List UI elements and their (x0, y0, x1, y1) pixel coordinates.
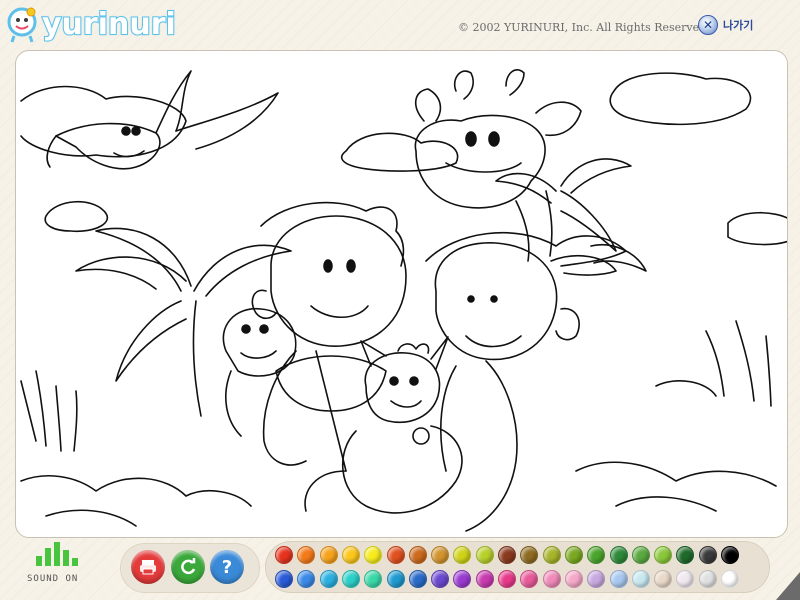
boy-drawing[interactable] (251, 201, 407, 472)
help-button[interactable]: ? (210, 550, 244, 584)
color-swatch-bottom-8[interactable] (431, 570, 450, 588)
sound-toggle[interactable]: SOUND ON (27, 574, 78, 584)
color-swatch-bottom-13[interactable] (542, 570, 561, 588)
refresh-icon (181, 558, 196, 575)
color-swatch-top-20[interactable] (698, 546, 717, 564)
copyright-text: © 2002 YURINURI, Inc. All Rights Reserve… (458, 21, 710, 34)
mascot-icon (7, 7, 37, 43)
color-swatch-bottom-14[interactable] (564, 570, 583, 588)
color-swatch-bottom-7[interactable] (408, 570, 427, 588)
palm-tree-right[interactable] (495, 158, 647, 272)
logo-text: yurinuri (41, 6, 177, 43)
coloring-canvas[interactable] (15, 50, 788, 538)
print-button[interactable] (131, 550, 165, 584)
color-swatch-top-18[interactable] (654, 546, 673, 564)
grass-right[interactable] (575, 320, 777, 512)
sound-equalizer-icon[interactable] (36, 542, 78, 566)
reset-button[interactable] (171, 550, 205, 584)
monkey-drawing[interactable] (222, 308, 297, 437)
color-swatch-top-16[interactable] (609, 546, 628, 564)
yurinuri-logo: yurinuri (4, 2, 177, 46)
coloring-picture[interactable] (16, 51, 788, 538)
color-swatch-top-1[interactable] (275, 546, 293, 564)
color-swatch-top-17[interactable] (631, 546, 650, 564)
color-swatch-bottom-16[interactable] (609, 570, 628, 588)
cloud-right[interactable] (727, 211, 788, 246)
color-swatch-top-14[interactable] (564, 546, 583, 564)
close-icon: ✕ (698, 15, 718, 35)
color-swatch-top-11[interactable] (498, 546, 516, 564)
color-palette (265, 541, 770, 593)
color-swatch-top-4[interactable] (341, 546, 360, 564)
color-swatch-top-8[interactable] (431, 546, 450, 564)
color-swatch-bottom-10[interactable] (475, 570, 494, 588)
color-swatch-bottom-11[interactable] (498, 570, 516, 588)
color-swatch-top-7[interactable] (408, 546, 427, 564)
color-swatch-bottom-6[interactable] (386, 570, 405, 588)
cloud-small-left[interactable] (44, 200, 109, 233)
bird-drawing[interactable] (46, 70, 279, 170)
color-swatch-top-3[interactable] (319, 546, 338, 564)
color-swatch-bottom-20[interactable] (698, 570, 717, 588)
color-swatch-bottom-1[interactable] (275, 570, 293, 588)
color-swatch-bottom-4[interactable] (341, 570, 360, 588)
color-swatch-bottom-18[interactable] (654, 570, 673, 588)
color-swatch-bottom-3[interactable] (319, 570, 338, 588)
cloud-right-top[interactable] (609, 72, 752, 126)
color-swatch-top-6[interactable] (386, 546, 405, 564)
exit-button[interactable]: ✕ 나가기 (698, 15, 753, 35)
grass-left[interactable] (20, 370, 252, 527)
cloud-center[interactable] (340, 132, 459, 172)
cat-drawing[interactable] (304, 336, 463, 514)
color-swatch-bottom-17[interactable] (631, 570, 650, 588)
color-swatch-top-10[interactable] (475, 546, 494, 564)
question-icon: ? (221, 556, 233, 578)
color-swatch-bottom-21[interactable] (721, 570, 739, 588)
corner-decoration (776, 572, 800, 600)
color-swatch-top-13[interactable] (542, 546, 561, 564)
color-swatch-top-21[interactable] (721, 546, 739, 564)
exit-label: 나가기 (723, 19, 754, 32)
palm-tree-left[interactable] (75, 227, 292, 417)
printer-icon (140, 560, 156, 575)
girl-drawing[interactable] (425, 231, 627, 532)
